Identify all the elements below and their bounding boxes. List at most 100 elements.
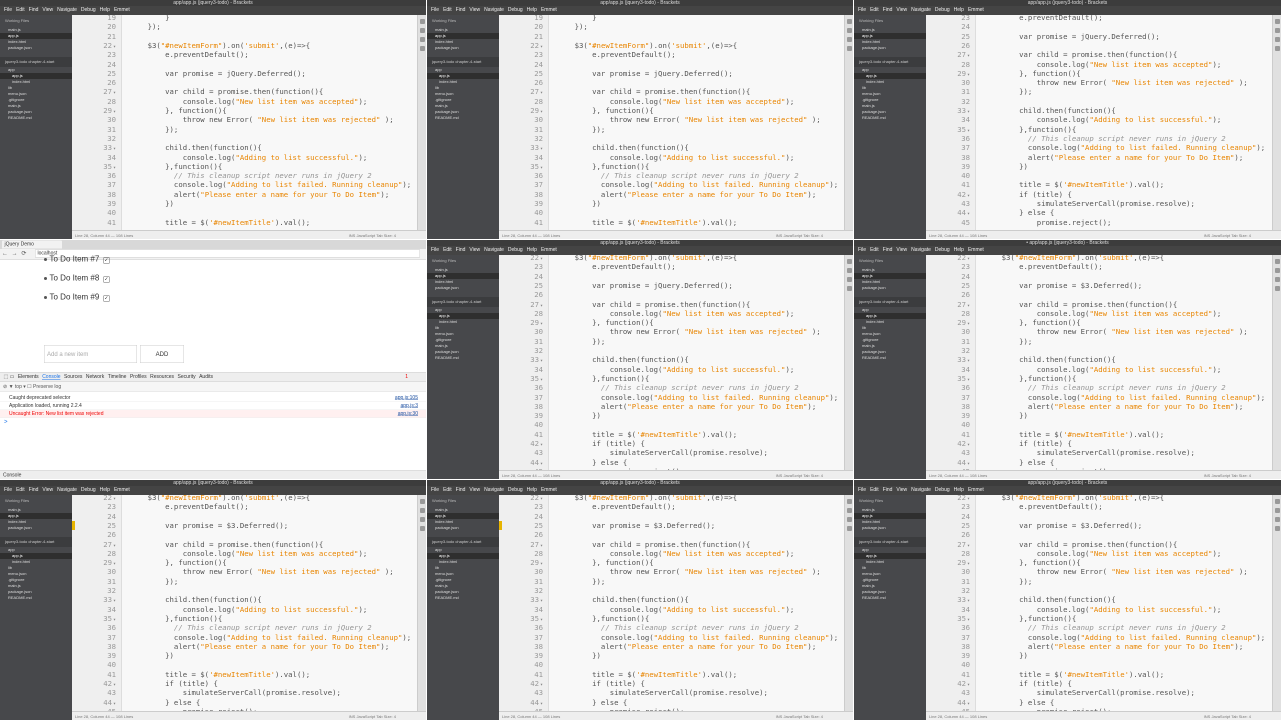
working-file-item[interactable]: package.json bbox=[854, 285, 926, 291]
menu-item-edit[interactable]: Edit bbox=[443, 7, 452, 13]
code-editor[interactable]: 22 $3("#newItemForm").on('submit',(e)=>{… bbox=[926, 495, 1272, 711]
project-dropdown[interactable]: jquery3-todo chapter-4-start bbox=[854, 537, 926, 547]
menu-item-emmet[interactable]: Emmet bbox=[968, 247, 984, 253]
clear-console-icon[interactable]: ⊘ ▼ bbox=[3, 384, 15, 390]
menu-item-view[interactable]: View bbox=[469, 487, 480, 493]
toolbar-icon[interactable] bbox=[1275, 277, 1280, 282]
menu-item-file[interactable]: File bbox=[858, 487, 866, 493]
menu-item-navigate[interactable]: Navigate bbox=[57, 487, 77, 493]
menu-item-file[interactable]: File bbox=[4, 487, 12, 493]
language-mode[interactable]: JavaScript bbox=[783, 714, 802, 719]
code-editor[interactable]: 22 $3("#newItemForm").on('submit',(e)=>{… bbox=[499, 495, 844, 711]
project-tree-item[interactable]: README.md bbox=[854, 355, 926, 361]
add-button[interactable]: ADD bbox=[140, 345, 184, 363]
project-dropdown[interactable]: jquery3-todo chapter-4-start bbox=[854, 57, 926, 67]
context-select[interactable]: top bbox=[15, 384, 22, 390]
toolbar-icon[interactable] bbox=[420, 37, 425, 42]
menu-item-navigate[interactable]: Navigate bbox=[911, 247, 931, 253]
tab-size[interactable]: Tab Size: 4 bbox=[376, 233, 396, 238]
menu-item-debug[interactable]: Debug bbox=[508, 247, 523, 253]
menu-item-find[interactable]: Find bbox=[456, 487, 466, 493]
menu-item-edit[interactable]: Edit bbox=[870, 7, 879, 13]
menu-item-file[interactable]: File bbox=[858, 247, 866, 253]
working-file-item[interactable]: package.json bbox=[0, 525, 72, 531]
menu-item-view[interactable]: View bbox=[42, 487, 53, 493]
menu-item-help[interactable]: Help bbox=[954, 487, 964, 493]
menu-item-navigate[interactable]: Navigate bbox=[911, 487, 931, 493]
menu-item-edit[interactable]: Edit bbox=[16, 487, 25, 493]
edit-mode[interactable]: INS bbox=[776, 233, 783, 238]
working-file-item[interactable]: package.json bbox=[427, 45, 499, 51]
edit-mode[interactable]: INS bbox=[776, 473, 783, 478]
menu-item-emmet[interactable]: Emmet bbox=[541, 7, 557, 13]
edit-mode[interactable]: INS bbox=[1204, 714, 1211, 719]
devtools-tab-console[interactable]: Console bbox=[42, 374, 61, 380]
project-tree-item[interactable]: README.md bbox=[854, 595, 926, 601]
tab-size[interactable]: Tab Size: 4 bbox=[376, 714, 396, 719]
menu-item-file[interactable]: File bbox=[431, 247, 439, 253]
tab-size[interactable]: Tab Size: 4 bbox=[803, 473, 823, 478]
menu-item-find[interactable]: Find bbox=[883, 487, 893, 493]
menu-item-debug[interactable]: Debug bbox=[81, 7, 96, 13]
project-tree-item[interactable]: README.md bbox=[0, 595, 72, 601]
tab-size[interactable]: Tab Size: 4 bbox=[1231, 473, 1251, 478]
project-tree-item[interactable]: README.md bbox=[427, 115, 499, 121]
toolbar-icon[interactable] bbox=[1275, 526, 1280, 531]
toolbar-icon[interactable] bbox=[847, 526, 852, 531]
console-source-link[interactable]: app.js:105 bbox=[395, 394, 418, 402]
menu-item-find[interactable]: Find bbox=[883, 7, 893, 13]
console-source-link[interactable]: app.js:30 bbox=[398, 410, 418, 418]
devtools-tab-audits[interactable]: Audits bbox=[199, 374, 213, 380]
menu-item-edit[interactable]: Edit bbox=[870, 247, 879, 253]
menu-item-view[interactable]: View bbox=[469, 247, 480, 253]
console-prompt[interactable]: > bbox=[4, 418, 8, 425]
toolbar-icon[interactable] bbox=[1275, 19, 1280, 24]
menu-item-edit[interactable]: Edit bbox=[443, 247, 452, 253]
menu-item-navigate[interactable]: Navigate bbox=[484, 487, 504, 493]
project-dropdown[interactable]: jquery3-todo chapter-4-start bbox=[427, 297, 499, 307]
toolbar-icon[interactable] bbox=[1275, 259, 1280, 264]
toolbar-icon[interactable] bbox=[847, 517, 852, 522]
toolbar-icon[interactable] bbox=[1275, 46, 1280, 51]
project-dropdown[interactable]: jquery3-todo chapter-4-start bbox=[427, 537, 499, 547]
console-drawer-tab[interactable]: Console bbox=[0, 470, 426, 479]
language-mode[interactable]: JavaScript bbox=[1211, 714, 1230, 719]
new-item-input[interactable]: Add a new item bbox=[44, 345, 137, 363]
toolbar-icon[interactable] bbox=[420, 517, 425, 522]
menu-item-help[interactable]: Help bbox=[954, 7, 964, 13]
devtools-tab-network[interactable]: Network bbox=[86, 374, 104, 380]
toolbar-icon[interactable] bbox=[847, 19, 852, 24]
todo-item[interactable]: To Do Item #7 ✓ bbox=[44, 255, 110, 264]
menu-item-edit[interactable]: Edit bbox=[16, 7, 25, 13]
menu-item-navigate[interactable]: Navigate bbox=[484, 7, 504, 13]
menu-item-debug[interactable]: Debug bbox=[935, 7, 950, 13]
toolbar-icon[interactable] bbox=[1275, 286, 1280, 291]
toolbar-icon[interactable] bbox=[420, 46, 425, 51]
toolbar-icon[interactable] bbox=[847, 286, 852, 291]
working-file-item[interactable]: package.json bbox=[427, 525, 499, 531]
toolbar-icon[interactable] bbox=[847, 277, 852, 282]
menu-item-emmet[interactable]: Emmet bbox=[541, 487, 557, 493]
menu-item-help[interactable]: Help bbox=[527, 247, 537, 253]
toolbar-icon[interactable] bbox=[420, 28, 425, 33]
working-file-item[interactable]: package.json bbox=[0, 45, 72, 51]
menu-item-file[interactable]: File bbox=[431, 7, 439, 13]
working-file-item[interactable]: package.json bbox=[854, 525, 926, 531]
preserve-log-checkbox[interactable]: Preserve log bbox=[33, 384, 61, 390]
toolbar-icon[interactable] bbox=[847, 28, 852, 33]
menu-item-find[interactable]: Find bbox=[456, 7, 466, 13]
project-dropdown[interactable]: jquery3-todo chapter-4-start bbox=[854, 297, 926, 307]
menu-item-navigate[interactable]: Navigate bbox=[484, 247, 504, 253]
project-tree-item[interactable]: README.md bbox=[854, 115, 926, 121]
code-editor[interactable]: 22 $3("#newItemForm").on('submit',(e)=>{… bbox=[926, 255, 1272, 470]
project-tree-item[interactable]: README.md bbox=[0, 115, 72, 121]
toolbar-icon[interactable] bbox=[420, 19, 425, 24]
language-mode[interactable]: JavaScript bbox=[783, 473, 802, 478]
edit-mode[interactable]: INS bbox=[776, 714, 783, 719]
language-mode[interactable]: JavaScript bbox=[1211, 473, 1230, 478]
toolbar-icon[interactable] bbox=[847, 46, 852, 51]
toolbar-icon[interactable] bbox=[847, 268, 852, 273]
menu-item-debug[interactable]: Debug bbox=[508, 487, 523, 493]
devtools-tab-timeline[interactable]: Timeline bbox=[108, 374, 127, 380]
code-editor[interactable]: 22 $3("#newItemForm").on('submit',(e)=>{… bbox=[72, 495, 417, 711]
